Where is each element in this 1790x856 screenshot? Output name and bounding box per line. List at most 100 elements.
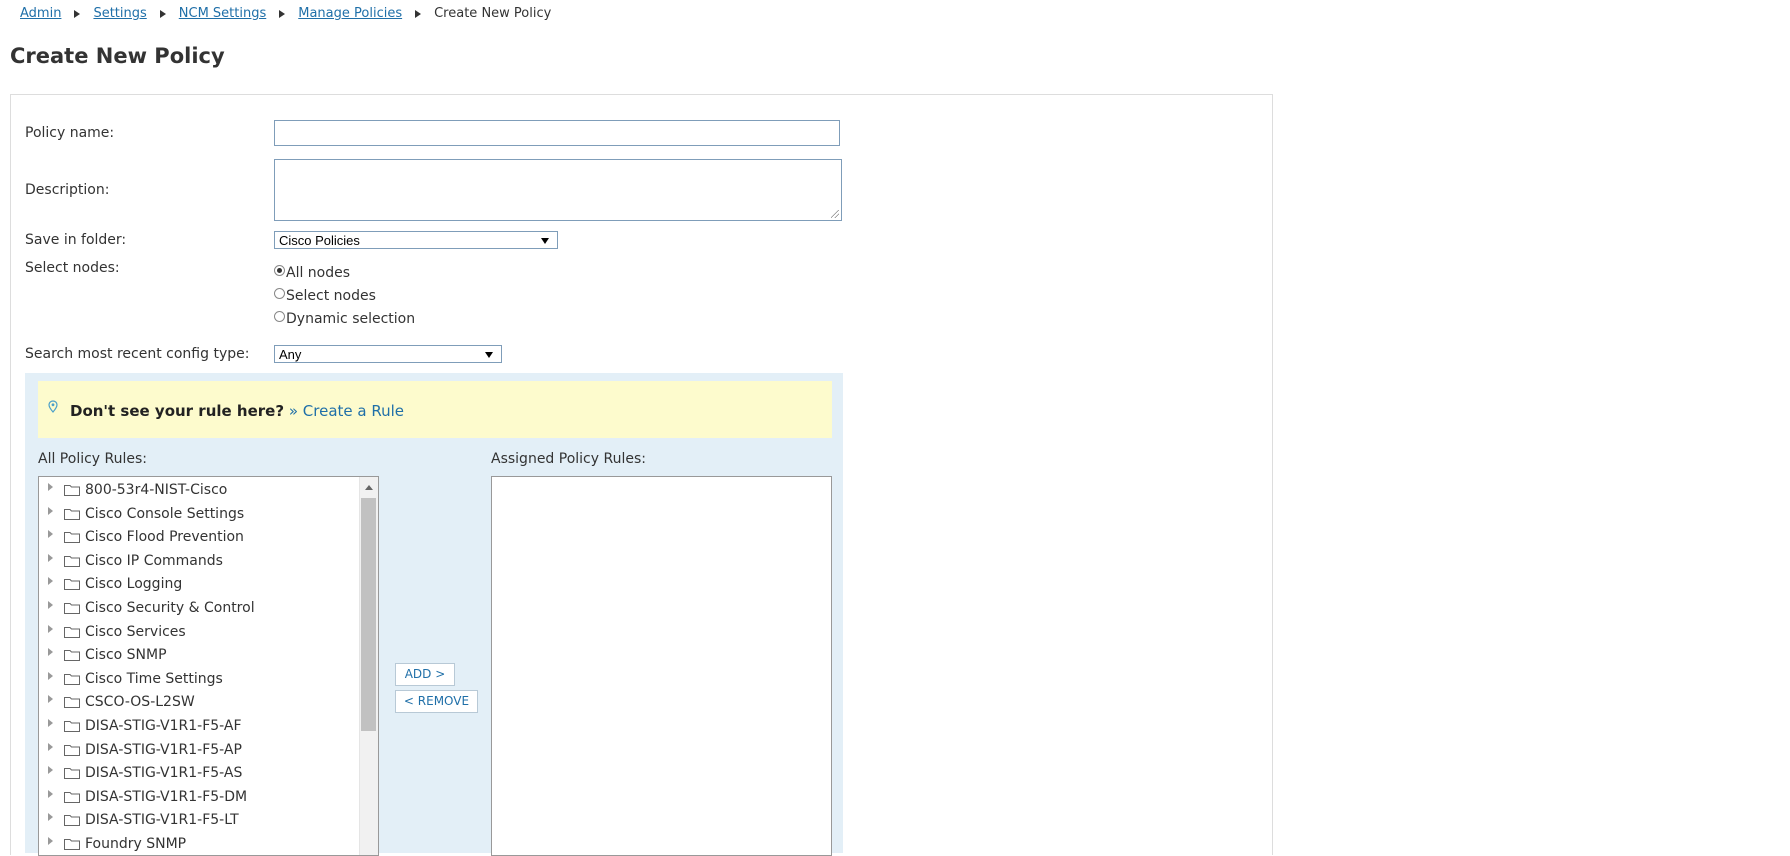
save-in-folder-select[interactable]: Cisco Policies (274, 231, 558, 249)
map-pin-icon (48, 400, 58, 413)
tree-item-label: Cisco Flood Prevention (85, 529, 244, 546)
folder-icon (64, 650, 80, 662)
tree-item[interactable]: Cisco Time Settings (39, 668, 223, 690)
folder-icon (64, 508, 80, 520)
tree-item[interactable]: Cisco Security & Control (39, 597, 255, 619)
expand-arrow-icon[interactable] (48, 695, 53, 704)
radio-all-nodes-label: All nodes (286, 265, 351, 281)
expand-arrow-icon[interactable] (48, 766, 53, 775)
tree-item[interactable]: 800-53r4-NIST-Cisco (39, 479, 227, 501)
expand-arrow-icon[interactable] (48, 483, 53, 491)
scrollbar-thumb[interactable] (361, 498, 376, 731)
breadcrumb-arrow-icon (159, 9, 166, 18)
config-type-label: Search most recent config type: (25, 346, 250, 362)
tree-item[interactable]: Foundry SNMP (39, 833, 186, 855)
tree-item-label: Cisco SNMP (85, 647, 167, 664)
breadcrumb-arrow-icon (415, 9, 422, 18)
rules-panel: Don't see your rule here? » Create a Rul… (25, 373, 843, 856)
expand-arrow-icon[interactable] (48, 648, 53, 657)
tree-item[interactable]: Cisco Logging (39, 573, 182, 595)
expand-arrow-icon[interactable] (48, 837, 53, 845)
tree-item[interactable]: Cisco IP Commands (39, 550, 223, 572)
config-type-select[interactable]: Any (274, 345, 502, 363)
tree-item-label: DISA-STIG-V1R1-F5-AP (85, 741, 242, 758)
save-in-folder-value: Cisco Policies (279, 233, 360, 248)
assigned-policy-rules-label: Assigned Policy Rules: (491, 451, 646, 467)
folder-icon (64, 532, 80, 544)
breadcrumb-arrow-icon (279, 9, 286, 18)
folder-icon (64, 626, 80, 638)
tree-item[interactable]: Cisco Flood Prevention (39, 526, 244, 548)
page-title: Create New Policy (10, 44, 225, 68)
expand-arrow-icon[interactable] (48, 813, 53, 822)
add-button[interactable]: ADD > (395, 663, 455, 686)
expand-arrow-icon[interactable] (48, 530, 53, 539)
expand-arrow-icon[interactable] (48, 553, 53, 562)
folder-icon (64, 815, 80, 827)
assigned-policy-rules-list[interactable] (491, 476, 832, 856)
tree-item-label: Cisco Time Settings (85, 670, 223, 687)
tree-item[interactable]: DISA-STIG-V1R1-F5-DM (39, 786, 247, 808)
breadcrumb-link-settings[interactable]: Settings (93, 6, 146, 21)
folder-icon (64, 744, 80, 756)
folder-icon (64, 791, 80, 803)
radio-dynamic-selection-label: Dynamic selection (286, 311, 416, 327)
chevron-down-icon (485, 352, 493, 358)
remove-button[interactable]: < REMOVE (395, 690, 478, 713)
breadcrumb-arrow-icon (74, 9, 81, 18)
tree-item[interactable]: CSCO-OS-L2SW (39, 691, 195, 713)
create-rule-link[interactable]: » Create a Rule (289, 402, 404, 420)
description-textarea[interactable] (274, 159, 842, 221)
all-policy-rules-tree[interactable]: Foundry SNMP DISA-STIG-V1R1-F5-LT DISA-STI… (38, 476, 379, 856)
radio-button-checked[interactable] (274, 264, 285, 276)
folder-icon (64, 673, 80, 685)
tree-item[interactable]: DISA-STIG-V1R1-F5-AS (39, 762, 242, 784)
tree-item-label: DISA-STIG-V1R1-F5-LT (85, 812, 239, 829)
tree-item-label: Cisco IP Commands (85, 552, 223, 569)
radio-select-nodes[interactable]: Select nodes (274, 287, 376, 304)
breadcrumb-link-manage-policies[interactable]: Manage Policies (298, 6, 402, 21)
tree-item-label: 800-53r4-NIST-Cisco (85, 482, 228, 498)
expand-arrow-icon[interactable] (48, 671, 53, 680)
folder-icon (64, 839, 80, 850)
create-rule-notice: Don't see your rule here? » Create a Rul… (38, 381, 832, 438)
radio-dynamic-selection[interactable]: Dynamic selection (274, 310, 416, 327)
notice-text: Don't see your rule here? » Create a Rul… (70, 402, 404, 420)
all-policy-rules-label: All Policy Rules: (38, 451, 148, 467)
tree-item-label: CSCO-OS-L2SW (85, 694, 195, 711)
expand-arrow-icon[interactable] (48, 601, 53, 609)
tree-item-label: DISA-STIG-V1R1-F5-AS (85, 765, 243, 782)
tree-item[interactable]: DISA-STIG-V1R1-F5-AF (39, 715, 242, 737)
scroll-up-icon[interactable] (365, 485, 373, 490)
tree-item[interactable]: Cisco Services (39, 621, 186, 643)
expand-arrow-icon[interactable] (48, 789, 53, 798)
folder-icon (64, 579, 80, 591)
chevron-down-icon (541, 238, 549, 244)
expand-arrow-icon[interactable] (48, 577, 53, 586)
folder-icon (64, 603, 80, 614)
tree-item[interactable]: DISA-STIG-V1R1-F5-LT (39, 809, 239, 831)
save-in-folder-label: Save in folder: (25, 232, 127, 248)
radio-all-nodes[interactable]: All nodes (274, 264, 351, 281)
expand-arrow-icon[interactable] (48, 624, 53, 633)
scrollbar[interactable] (359, 477, 378, 855)
tree-item-label: Cisco Services (85, 623, 186, 640)
radio-button[interactable] (274, 310, 285, 322)
breadcrumb-link-admin[interactable]: Admin (20, 6, 61, 21)
folder-icon (64, 485, 80, 496)
tree-item[interactable]: Cisco SNMP (39, 644, 167, 666)
resize-grip-icon[interactable] (831, 210, 839, 218)
tree-item-label: DISA-STIG-V1R1-F5-AF (85, 718, 242, 734)
folder-icon (64, 721, 80, 732)
expand-arrow-icon[interactable] (48, 742, 53, 751)
expand-arrow-icon[interactable] (48, 719, 53, 727)
tree-item[interactable]: DISA-STIG-V1R1-F5-AP (39, 739, 242, 761)
tree-item-label: Cisco Security & Control (85, 600, 255, 616)
policy-name-input[interactable] (274, 120, 840, 146)
expand-arrow-icon[interactable] (48, 506, 53, 515)
folder-icon (64, 768, 80, 780)
tree-item[interactable]: Cisco Console Settings (39, 503, 244, 525)
breadcrumb-link-ncm-settings[interactable]: NCM Settings (179, 6, 266, 21)
radio-button[interactable] (274, 287, 285, 299)
tree-item-label: Foundry SNMP (85, 836, 187, 852)
